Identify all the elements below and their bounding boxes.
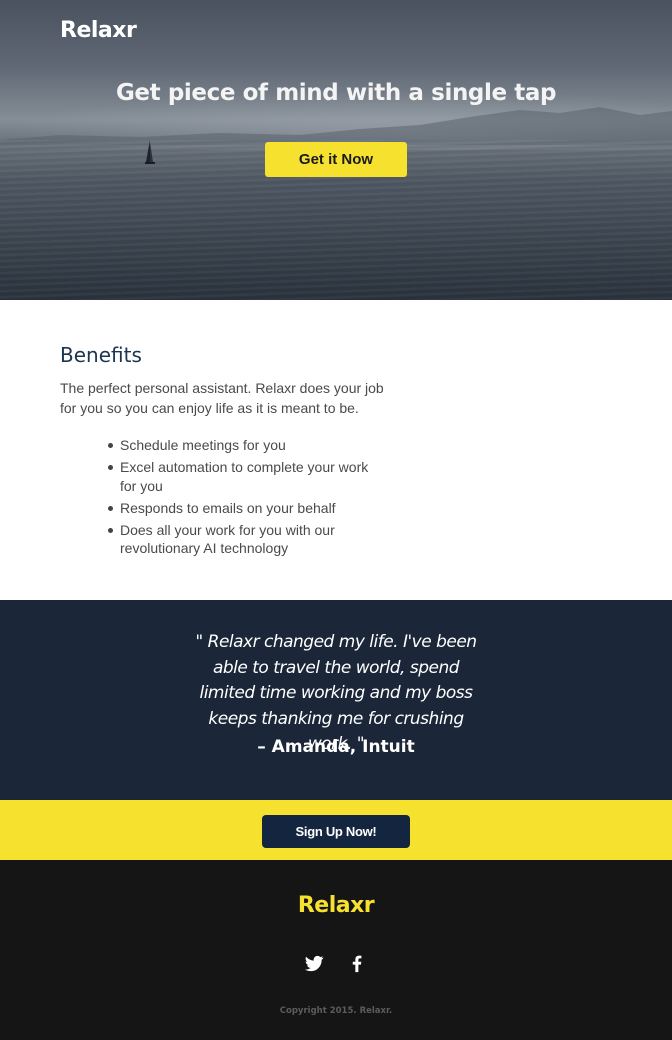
- footer-logo: Relaxr: [297, 893, 375, 918]
- footer: Relaxr Copyright 2015. Relaxr.: [0, 860, 672, 1040]
- benefits-section: Benefits The perfect personal assistant.…: [0, 300, 672, 600]
- testimonial-section: " Relaxr changed my life. I've been able…: [0, 600, 672, 800]
- benefits-description: The perfect personal assistant. Relaxr d…: [60, 380, 384, 416]
- hero-title: Get piece of mind with a single tap: [115, 80, 557, 106]
- list-item: Schedule meetings for you: [108, 436, 370, 455]
- signup-bar: Sign Up Now!: [0, 800, 672, 860]
- list-item: Does all your work for you with our revo…: [108, 521, 370, 558]
- benefits-title: Benefits: [60, 343, 142, 367]
- list-item: Responds to emails on your behalf: [108, 499, 370, 518]
- list-item: Excel automation to complete your work f…: [108, 459, 369, 494]
- hero-section: Relaxr Get piece of mind with a single t…: [0, 0, 672, 300]
- benefits-list: Schedule meetings for you Excel automati…: [108, 436, 370, 561]
- copyright-text: Copyright 2015. Relaxr.: [279, 1006, 393, 1016]
- twitter-icon[interactable]: [303, 952, 325, 974]
- get-it-now-button[interactable]: Get it Now: [265, 142, 407, 177]
- sign-up-button[interactable]: Sign Up Now!: [262, 815, 410, 848]
- sailboat-icon: [145, 140, 155, 164]
- brand-logo[interactable]: Relaxr: [60, 18, 137, 43]
- facebook-icon[interactable]: [346, 952, 368, 974]
- testimonial-author: – Amanda, Intuit: [257, 737, 415, 757]
